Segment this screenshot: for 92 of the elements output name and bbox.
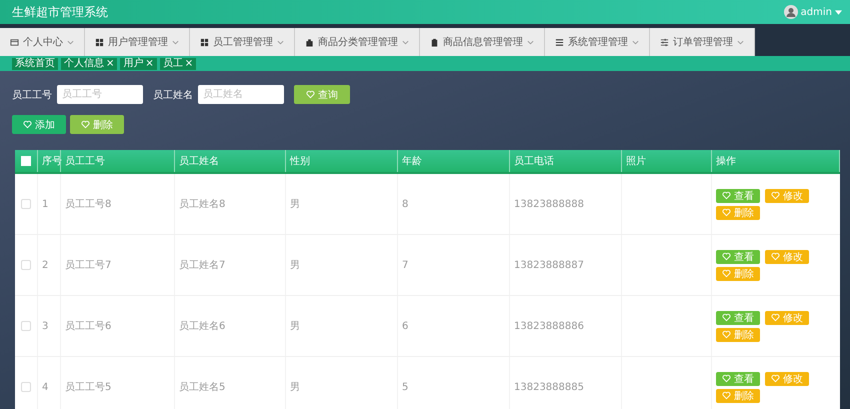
table-cell: 2 bbox=[38, 235, 61, 295]
row-checkbox[interactable] bbox=[21, 260, 31, 270]
heart-icon bbox=[771, 313, 780, 322]
menu-tab[interactable]: 个人中心 bbox=[0, 28, 85, 56]
menu-tab[interactable]: 订单管理管理 bbox=[650, 28, 755, 56]
table-cell: 员工工号5 bbox=[61, 357, 175, 409]
heart-icon bbox=[771, 252, 780, 261]
edit-button[interactable]: 修改 bbox=[765, 310, 809, 324]
table-cell: 男 bbox=[286, 357, 398, 409]
caret-icon bbox=[737, 40, 744, 44]
table-cell: 员工姓名7 bbox=[175, 235, 286, 295]
heart-icon bbox=[23, 120, 32, 129]
table-cell: 员工工号6 bbox=[61, 296, 175, 356]
input-field[interactable]: 员工姓名 bbox=[198, 85, 284, 104]
field-label: 员工姓名 bbox=[153, 88, 193, 102]
grid-icon bbox=[200, 38, 209, 46]
table-cell: 员工姓名6 bbox=[175, 296, 286, 356]
remove-button[interactable]: 删除 bbox=[716, 206, 760, 220]
edit-button[interactable]: 修改 bbox=[765, 188, 809, 202]
view-button[interactable]: 查看 bbox=[716, 310, 760, 324]
table-cell: 员工姓名5 bbox=[175, 357, 286, 409]
page-tag[interactable]: 用户 × bbox=[120, 58, 157, 70]
page-tag[interactable]: 员工 × bbox=[160, 58, 196, 70]
view-button[interactable]: 查看 bbox=[716, 372, 760, 386]
table-cell: 1 bbox=[38, 174, 61, 234]
table-cell: 员工姓名8 bbox=[175, 174, 286, 234]
row-checkbox[interactable] bbox=[21, 321, 31, 331]
search-button[interactable]: 查询 bbox=[294, 85, 350, 104]
table-cell: 男 bbox=[286, 296, 398, 356]
input-field[interactable]: 员工工号 bbox=[57, 85, 143, 104]
select-all-checkbox[interactable] bbox=[21, 156, 31, 166]
app-title: 生鲜超市管理系统 bbox=[12, 4, 108, 20]
column-header: 员工工号 bbox=[61, 150, 175, 172]
table-cell: 5 bbox=[398, 357, 510, 409]
caret-icon bbox=[277, 40, 284, 44]
column-header: 操作 bbox=[712, 150, 840, 172]
caret-icon bbox=[402, 40, 409, 44]
table-cell: 6 bbox=[398, 296, 510, 356]
row-checkbox[interactable] bbox=[21, 199, 31, 209]
column-header: 员工姓名 bbox=[175, 150, 286, 172]
heart-icon bbox=[771, 191, 780, 200]
menu-tab[interactable]: 员工管理管理 bbox=[190, 28, 295, 56]
table-cell: 4 bbox=[38, 357, 61, 409]
grid-icon bbox=[95, 38, 104, 46]
table-cell: 员工工号8 bbox=[61, 174, 175, 234]
edit-button[interactable]: 修改 bbox=[765, 372, 809, 386]
menu-tab[interactable]: 商品分类管理管理 bbox=[295, 28, 420, 56]
field-label: 员工工号 bbox=[12, 88, 52, 102]
column-header: 序号 bbox=[38, 150, 61, 172]
list-icon bbox=[555, 38, 564, 46]
column-header: 照片 bbox=[622, 150, 712, 172]
caret-icon bbox=[67, 40, 74, 44]
table-cell: 13823888886 bbox=[510, 296, 622, 356]
heart-icon bbox=[306, 90, 315, 99]
column-header: 员工电话 bbox=[510, 150, 622, 172]
view-button[interactable]: 查看 bbox=[716, 250, 760, 264]
remove-button[interactable]: 删除 bbox=[716, 266, 760, 280]
table-cell: 13823888885 bbox=[510, 357, 622, 409]
menu-tab[interactable]: 用户管理管理 bbox=[85, 28, 190, 56]
view-button[interactable]: 查看 bbox=[716, 188, 760, 202]
page-tag[interactable]: 个人信息 × bbox=[61, 58, 118, 70]
clipboard-icon bbox=[430, 38, 439, 46]
table-cell: 8 bbox=[398, 174, 510, 234]
table-cell: 13823888888 bbox=[510, 174, 622, 234]
table-cell: 员工工号7 bbox=[61, 235, 175, 295]
caret-icon bbox=[632, 40, 639, 44]
menu-tab[interactable]: 系统管理管理 bbox=[545, 28, 650, 56]
page-tag[interactable]: 系统首页 bbox=[12, 58, 58, 70]
table-cell: 男 bbox=[286, 235, 398, 295]
heart-icon bbox=[771, 374, 780, 383]
sliders-icon bbox=[660, 38, 669, 46]
user-name[interactable]: admin bbox=[800, 6, 832, 18]
card-icon bbox=[10, 38, 19, 46]
remove-button[interactable]: 删除 bbox=[716, 328, 760, 342]
heart-icon bbox=[81, 120, 90, 129]
edit-button[interactable]: 修改 bbox=[765, 250, 809, 264]
caret-icon bbox=[527, 40, 534, 44]
table-cell: 男 bbox=[286, 174, 398, 234]
caret-icon bbox=[172, 40, 179, 44]
column-header: 年龄 bbox=[398, 150, 510, 172]
caret-icon[interactable] bbox=[835, 10, 842, 14]
remove-button[interactable]: 删除 bbox=[716, 388, 760, 402]
add-button[interactable]: 添加 bbox=[12, 115, 66, 134]
delete-button[interactable]: 删除 bbox=[70, 115, 124, 134]
table-cell: 7 bbox=[398, 235, 510, 295]
bag-icon bbox=[305, 38, 314, 46]
table-cell: 3 bbox=[38, 296, 61, 356]
column-header: 性别 bbox=[286, 150, 398, 172]
table-cell: 13823888887 bbox=[510, 235, 622, 295]
row-checkbox[interactable] bbox=[21, 382, 31, 392]
menu-tab[interactable]: 商品信息管理管理 bbox=[420, 28, 545, 56]
avatar-icon[interactable] bbox=[784, 5, 798, 19]
